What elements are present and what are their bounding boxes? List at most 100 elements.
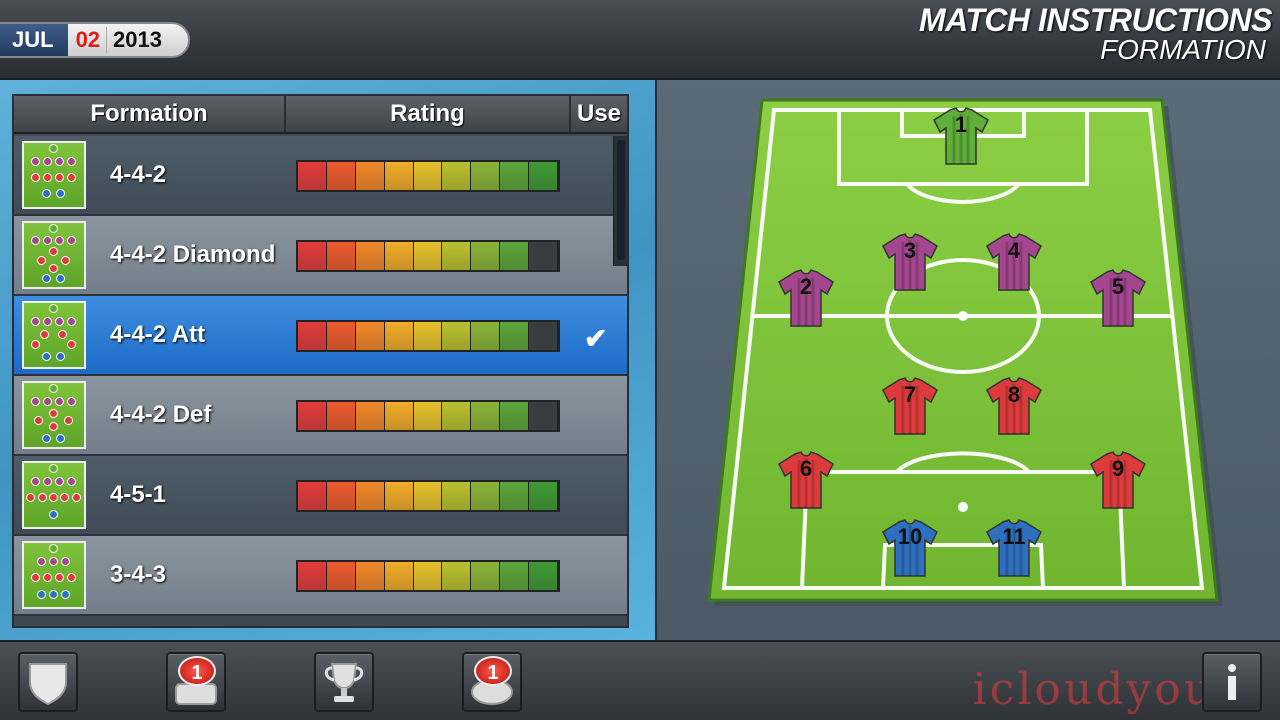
player-shirt[interactable]: 2	[777, 268, 835, 328]
date-display: JUL 02 2013	[0, 22, 190, 58]
rating-segment	[326, 322, 355, 350]
formation-thumbnail	[22, 461, 86, 529]
player-shirt[interactable]: 6	[777, 450, 835, 510]
rating-segment	[442, 402, 471, 430]
formation-thumbnail-dot	[67, 397, 76, 407]
formation-thumbnail-dot	[43, 235, 52, 245]
column-header-use: Use	[576, 100, 622, 127]
formation-thumbnail-dot	[49, 144, 58, 154]
rating-segment	[298, 162, 326, 190]
formation-name: 4-4-2	[110, 161, 167, 188]
formation-row[interactable]: 4-4-2 Att ✔	[14, 296, 627, 376]
player-number: 1	[954, 112, 968, 137]
rating-bar	[296, 320, 560, 352]
rating-segment	[384, 562, 413, 590]
rating-segment	[298, 402, 326, 430]
rating-segment	[442, 162, 471, 190]
formation-thumbnail-dot	[67, 173, 76, 183]
formation-thumbnail-dot	[49, 510, 58, 520]
rating-segment	[529, 242, 558, 270]
formation-thumbnail-dot	[58, 330, 67, 339]
player-shirt[interactable]: 1	[932, 106, 990, 166]
player-shirt[interactable]: 3	[881, 232, 939, 292]
rating-segment	[298, 562, 326, 590]
rating-segment	[471, 562, 500, 590]
formation-thumbnail-dot	[67, 573, 76, 583]
formation-row[interactable]: 4-5-1	[14, 456, 627, 536]
formation-thumbnail-dot	[55, 173, 64, 183]
info-button[interactable]	[1202, 652, 1262, 712]
formation-thumbnail-dot	[37, 493, 47, 503]
match-button[interactable]: 1	[462, 652, 522, 712]
formation-thumbnail-dot	[49, 224, 58, 234]
formation-thumbnail	[22, 301, 86, 369]
date-day: 02	[68, 27, 108, 53]
rating-segment	[326, 562, 355, 590]
top-bar: JUL 02 2013 MATCH INSTRUCTIONS FORMATION	[0, 0, 1280, 80]
rating-segment	[355, 562, 384, 590]
formation-thumbnail-dot	[67, 157, 76, 167]
formation-thumbnail-dot	[31, 173, 40, 183]
formation-thumbnail-dot	[56, 274, 66, 284]
player-number: 10	[897, 524, 923, 549]
formation-row[interactable]: 4-4-2	[14, 136, 627, 216]
pitch-panel: 1 2 3 4 5 6 7 8 9 10 11	[655, 80, 1280, 640]
trophy-icon	[324, 663, 364, 702]
rating-segment	[355, 162, 384, 190]
table-header: Formation Rating Use	[14, 96, 627, 134]
formation-thumbnail-dot	[31, 235, 40, 245]
player-shirt[interactable]: 7	[881, 376, 939, 436]
formation-thumbnail-dot	[31, 573, 40, 583]
rating-bar	[296, 560, 560, 592]
player-number: 4	[1007, 238, 1021, 263]
player-number: 6	[799, 456, 813, 481]
formation-thumbnail-dot	[67, 477, 76, 487]
formation-row[interactable]: 4-4-2 Diamond	[14, 216, 627, 296]
player-number: 8	[1007, 382, 1021, 407]
formation-list: 4-4-2 4-4-2 Diamond 4-4-2 Att ✔ 4-4-2 Def 4-5…	[14, 136, 627, 616]
player-number: 3	[903, 238, 917, 263]
rating-segment	[471, 402, 500, 430]
trophy-button[interactable]	[314, 652, 374, 712]
rating-segment	[500, 242, 529, 270]
rating-segment	[413, 322, 442, 350]
player-number: 2	[799, 274, 813, 299]
formation-name: 4-5-1	[110, 481, 167, 508]
rating-segment	[326, 242, 355, 270]
scrollbar[interactable]	[613, 136, 627, 266]
player-shirt[interactable]: 8	[985, 376, 1043, 436]
rating-segment	[471, 482, 500, 510]
scrollbar-thumb[interactable]	[617, 140, 625, 260]
club-button[interactable]	[18, 652, 78, 712]
formation-thumbnail-dot	[56, 434, 66, 444]
player-shirt[interactable]: 10	[881, 518, 939, 578]
formation-thumbnail-dot	[71, 493, 81, 503]
rating-segment	[529, 482, 558, 510]
rating-segment	[384, 162, 413, 190]
formation-thumbnail-dot	[31, 397, 40, 407]
player-number: 11	[1002, 524, 1026, 549]
rating-segment	[298, 322, 326, 350]
rating-bar	[296, 400, 560, 432]
formation-thumbnail-dot	[43, 317, 52, 327]
formation-thumbnail-dot	[40, 330, 49, 339]
formation-thumbnail-dot	[41, 352, 51, 362]
formation-thumbnail-dot	[26, 493, 36, 503]
formation-thumbnail-dot	[43, 397, 52, 407]
rating-segment	[471, 322, 500, 350]
player-shirt[interactable]: 9	[1089, 450, 1147, 510]
formation-row[interactable]: 4-4-2 Def	[14, 376, 627, 456]
player-shirt[interactable]: 5	[1089, 268, 1147, 328]
formation-name: 4-4-2 Att	[110, 321, 206, 348]
formation-row[interactable]: 3-4-3	[14, 536, 627, 616]
inbox-button[interactable]: 1	[166, 652, 226, 712]
rating-segment	[471, 242, 500, 270]
shield-icon	[29, 663, 67, 706]
rating-segment	[326, 162, 355, 190]
formation-thumbnail-dot	[61, 256, 70, 266]
player-shirt[interactable]: 11	[985, 518, 1043, 578]
formation-thumbnail-dot	[49, 544, 58, 554]
formation-thumbnail	[22, 541, 86, 609]
player-shirt[interactable]: 4	[985, 232, 1043, 292]
date-year: 2013	[113, 27, 162, 52]
